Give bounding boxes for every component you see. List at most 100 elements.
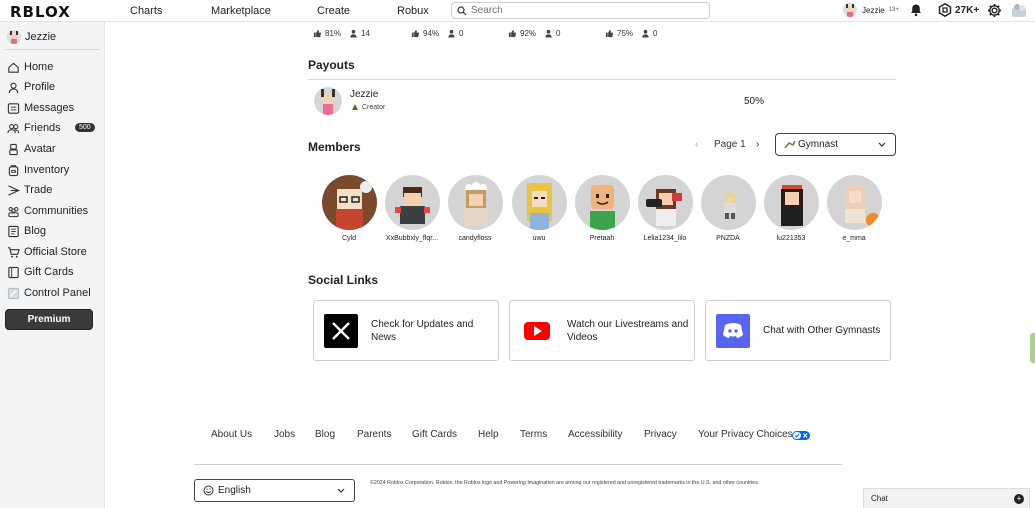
sidebar-item-control-panel[interactable]: Control Panel <box>7 286 91 300</box>
game-stat-2: 94% 0 <box>411 29 463 38</box>
member-card[interactable]: uwu <box>508 175 570 242</box>
friends-count-badge: 500 <box>75 123 95 132</box>
member-card[interactable]: e_mma <box>823 175 885 242</box>
player-count: 0 <box>653 29 658 38</box>
member-name: e_mma <box>842 235 866 242</box>
sidebar-item-label: Messages <box>24 102 75 114</box>
search-icon <box>457 5 467 15</box>
social-link-x[interactable]: Check for Updates and News <box>313 300 499 361</box>
likes-percent: 81% <box>325 29 342 38</box>
nav-charts[interactable]: Charts <box>130 5 162 17</box>
role-filter-dropdown[interactable]: Gymnast <box>775 133 896 156</box>
likes-percent: 75% <box>617 29 634 38</box>
language-value: English <box>218 485 251 496</box>
likes-percent: 92% <box>520 29 537 38</box>
footer-link-privacy-choices[interactable]: Your Privacy Choices <box>698 429 793 440</box>
footer-link-terms[interactable]: Terms <box>520 429 547 440</box>
sidebar-item-label: Friends <box>24 122 61 134</box>
sidebar-item-inventory[interactable]: Inventory <box>7 163 69 177</box>
social-link-discord[interactable]: Chat with Other Gymnasts <box>705 300 891 361</box>
member-name: XxBubbxly_flqr... <box>385 235 439 242</box>
footer-link-gift-cards[interactable]: Gift Cards <box>412 429 457 440</box>
privacy-choices-toggle-icon[interactable] <box>792 431 810 440</box>
control-panel-icon <box>7 287 20 299</box>
member-card[interactable]: Cyld <box>318 175 380 242</box>
nav-create[interactable]: Create <box>317 5 350 17</box>
settings-gear-icon[interactable] <box>987 3 1002 18</box>
new-chat-plus-icon[interactable]: + <box>1014 494 1024 504</box>
footer-link-parents[interactable]: Parents <box>357 429 391 440</box>
robux-icon <box>938 3 952 17</box>
age-badge: 13+ <box>888 7 899 13</box>
sidebar-item-friends[interactable]: Friends <box>7 121 61 135</box>
chat-bar[interactable]: Chat + <box>863 488 1030 508</box>
member-card[interactable]: candyfloss <box>444 175 506 242</box>
previous-page-chevron-icon[interactable]: ‹ <box>695 139 698 150</box>
social-link-youtube[interactable]: Watch our Livestreams and Videos <box>509 300 695 361</box>
nav-marketplace[interactable]: Marketplace <box>211 5 271 17</box>
language-selector[interactable]: English <box>194 479 355 502</box>
member-avatar <box>447 175 503 230</box>
top-user-profile[interactable]: Jezzie 13+ <box>843 3 899 17</box>
footer-link-about-us[interactable]: About Us <box>211 429 252 440</box>
search-input[interactable] <box>471 5 691 16</box>
next-page-chevron-icon[interactable]: › <box>756 139 759 150</box>
sidebar-item-label: Control Panel <box>24 287 91 299</box>
sidebar-item-label: Home <box>24 61 54 73</box>
member-avatar <box>637 175 693 230</box>
sidebar-item-avatar[interactable]: Avatar <box>7 142 56 156</box>
player-count: 14 <box>361 29 370 38</box>
inventory-icon <box>8 164 19 176</box>
notifications-bell-icon[interactable] <box>909 3 923 17</box>
home-icon <box>8 62 19 73</box>
footer-divider <box>194 464 842 465</box>
sidebar-item-official-store[interactable]: Official Store <box>7 245 87 259</box>
footer-link-jobs[interactable]: Jobs <box>274 429 295 440</box>
member-card[interactable]: PNZDA <box>697 175 759 242</box>
members-heading: Members <box>308 140 361 154</box>
member-card[interactable]: Pretaah <box>571 175 633 242</box>
payout-role: Creator <box>351 103 385 111</box>
sidebar-item-profile[interactable]: Profile <box>7 80 55 94</box>
player-icon <box>448 29 455 38</box>
chevron-down-icon <box>337 488 345 493</box>
premium-button[interactable]: Premium <box>5 309 93 330</box>
roblox-logo[interactable]: RBLOX <box>10 3 71 21</box>
sidebar-item-communities[interactable]: Communities <box>7 204 88 218</box>
thumbs-up-icon <box>508 29 517 38</box>
member-card[interactable]: XxBubbxly_flqr... <box>381 175 443 242</box>
user-menu-icon[interactable] <box>1011 3 1027 18</box>
footer-link-accessibility[interactable]: Accessibility <box>568 429 622 440</box>
thumbs-up-icon <box>313 29 322 38</box>
member-name: candyfloss <box>458 235 492 242</box>
member-avatar <box>511 175 567 230</box>
member-card[interactable]: lu221353 <box>760 175 822 242</box>
payout-username[interactable]: Jezzie <box>350 89 378 100</box>
payout-avatar[interactable] <box>314 87 342 115</box>
store-icon <box>7 246 20 258</box>
edge-tab[interactable] <box>1030 333 1035 363</box>
robux-balance[interactable]: 27K+ <box>938 3 979 17</box>
copyright-text: ©2024 Roblox Corporation. Roblox, the Ro… <box>370 480 760 486</box>
footer-link-privacy[interactable]: Privacy <box>644 429 677 440</box>
nav-robux[interactable]: Robux <box>397 5 429 17</box>
player-icon <box>545 29 552 38</box>
member-avatar <box>321 175 377 230</box>
sidebar-item-label: Inventory <box>24 164 70 176</box>
creator-icon <box>352 104 358 110</box>
member-card[interactable]: Lelia1234_lilo <box>634 175 696 242</box>
sidebar-user[interactable]: Jezzie <box>7 30 56 44</box>
sidebar-item-messages[interactable]: Messages <box>7 101 74 115</box>
search-box[interactable] <box>451 2 710 19</box>
profile-icon <box>8 82 19 93</box>
sidebar-item-trade[interactable]: Trade <box>7 183 52 197</box>
sidebar-item-gift-cards[interactable]: Gift Cards <box>7 265 74 279</box>
member-avatar <box>700 175 756 230</box>
sidebar-item-home[interactable]: Home <box>7 60 53 74</box>
discord-icon <box>716 313 750 348</box>
payout-role-label: Creator <box>362 103 386 111</box>
footer-link-help[interactable]: Help <box>478 429 499 440</box>
footer-link-blog[interactable]: Blog <box>315 429 335 440</box>
communities-icon <box>8 206 19 217</box>
sidebar-item-blog[interactable]: Blog <box>7 224 46 238</box>
